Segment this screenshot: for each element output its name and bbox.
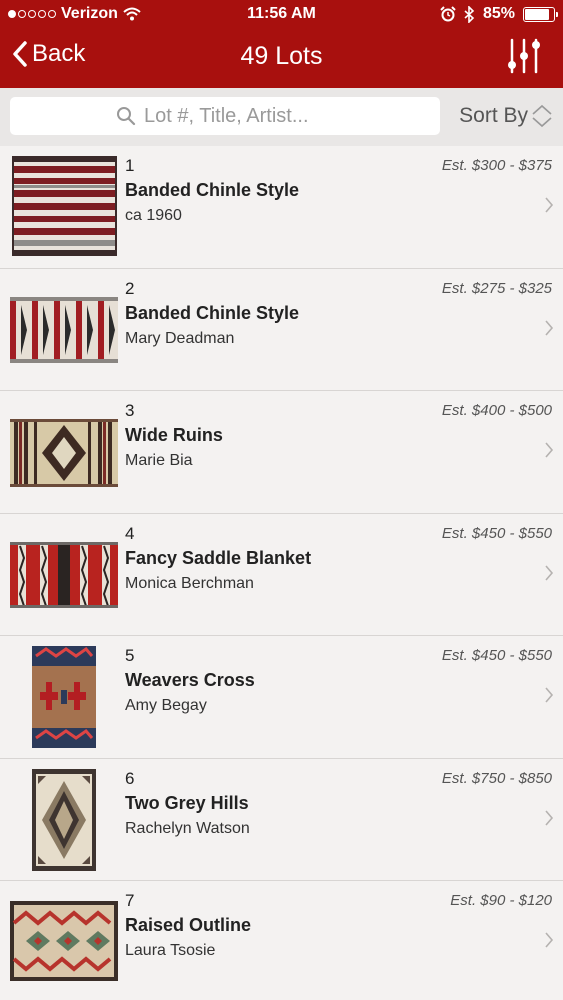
lot-row[interactable]: 6 Two Grey Hills Rachelyn Watson Est. $7… (0, 758, 563, 881)
bluetooth-icon (464, 5, 475, 23)
battery-percent: 85% (482, 5, 515, 22)
search-icon (117, 107, 136, 126)
rug-thumbnail (32, 646, 96, 748)
lot-subtitle: Marie Bia (125, 452, 193, 469)
lot-row[interactable]: 7 Raised Outline Laura Tsosie Est. $90 -… (0, 881, 563, 1000)
search-field[interactable] (10, 97, 440, 135)
lot-number: 2 (125, 278, 135, 298)
lot-estimate: Est. $275 - $325 (441, 279, 552, 297)
sort-label: Sort By (459, 104, 528, 127)
lot-subtitle: Laura Tsosie (125, 942, 216, 959)
lot-subtitle: Mary Deadman (125, 329, 235, 347)
filter-sliders-icon[interactable] (507, 38, 541, 74)
lot-title: Banded Chinle Style (125, 302, 300, 323)
chevron-right-icon (545, 932, 554, 948)
lot-estimate: Est. $450 - $550 (441, 524, 552, 542)
chevron-right-icon (545, 687, 554, 703)
lot-number: 3 (125, 401, 135, 420)
lot-row[interactable]: 3 Wide Ruins Marie Bia Est. $400 - $500 (0, 391, 563, 514)
lot-row[interactable]: 4 Fancy Saddle Blanket Monica Berchman E… (0, 513, 563, 636)
chevron-right-icon (545, 319, 554, 336)
lot-row[interactable]: 5 Weavers Cross Amy Begay Est. $450 - $5… (0, 636, 563, 759)
lot-estimate: Est. $400 - $500 (441, 402, 552, 419)
lot-number: 7 (125, 891, 135, 910)
rug-thumbnail (10, 419, 118, 487)
lot-number: 6 (125, 768, 135, 788)
lot-row[interactable]: 2 Banded Chinle Style Mary Deadman Est. … (0, 268, 563, 391)
sort-arrows-icon (532, 104, 552, 128)
status-bar: Verizon 11:56 AM 85% (0, 0, 563, 30)
lot-title: Weavers Cross (125, 670, 255, 690)
search-input[interactable] (144, 104, 334, 128)
lot-title: Two Grey Hills (125, 792, 249, 813)
app-header: Verizon 11:56 AM 85% Back 49 Lots (0, 0, 563, 88)
rug-thumbnail (10, 296, 118, 363)
chevron-right-icon (545, 442, 554, 458)
alarm-icon (440, 6, 456, 22)
lot-list: 1 Banded Chinle Style ca 1960 Est. $300 … (0, 146, 563, 1000)
search-bar: Sort By (0, 88, 563, 146)
lot-estimate: Est. $750 - $850 (441, 769, 552, 787)
lot-number: 5 (125, 646, 135, 665)
sort-by-button[interactable]: Sort By (459, 103, 553, 129)
page-title: 49 Lots (240, 42, 323, 70)
chevron-right-icon (545, 564, 554, 581)
lot-title: Banded Chinle Style (125, 180, 300, 200)
lot-subtitle: Amy Begay (125, 697, 207, 714)
lot-number: 4 (125, 523, 135, 543)
lot-title: Raised Outline (125, 915, 252, 935)
lot-title: Fancy Saddle Blanket (125, 547, 312, 568)
lot-estimate: Est. $90 - $120 (450, 892, 552, 909)
lot-number: 1 (125, 156, 135, 175)
rug-thumbnail (10, 541, 118, 608)
lot-subtitle: ca 1960 (125, 207, 182, 224)
chevron-right-icon (545, 197, 554, 213)
rug-thumbnail (10, 901, 118, 981)
lot-row[interactable]: 1 Banded Chinle Style ca 1960 Est. $300 … (0, 146, 563, 269)
rug-thumbnail (32, 768, 96, 871)
rug-thumbnail (12, 156, 117, 256)
status-right: 85% (440, 5, 558, 23)
lot-subtitle: Rachelyn Watson (125, 819, 250, 837)
lot-title: Wide Ruins (125, 425, 223, 445)
chevron-right-icon (545, 809, 554, 826)
lot-subtitle: Monica Berchman (125, 574, 254, 592)
lot-estimate: Est. $450 - $550 (441, 647, 552, 664)
nav-bar: Back 49 Lots (0, 30, 563, 88)
battery-icon (523, 6, 558, 22)
lot-estimate: Est. $300 - $375 (441, 157, 552, 174)
